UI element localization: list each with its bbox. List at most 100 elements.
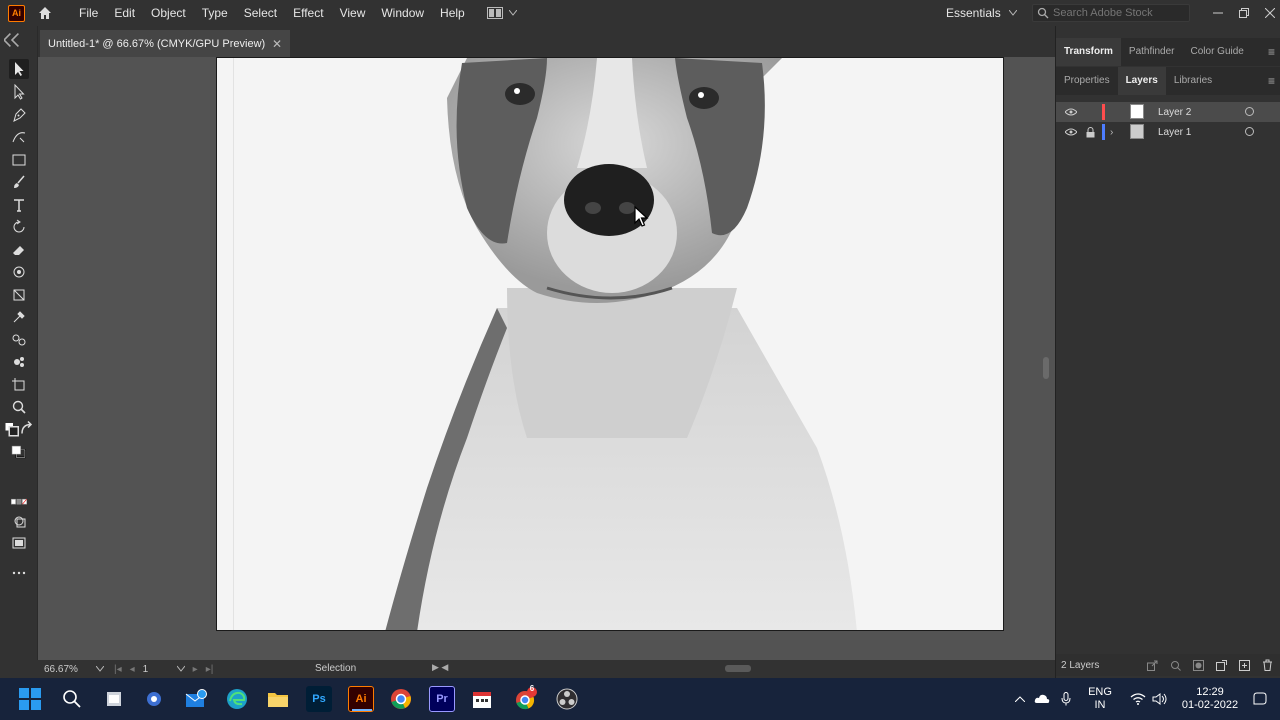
expand-layer-icon[interactable]: › bbox=[1110, 127, 1113, 138]
vertical-scroll-thumb[interactable] bbox=[1043, 357, 1049, 379]
delete-layer-icon[interactable] bbox=[1262, 659, 1273, 671]
menu-window[interactable]: Window bbox=[373, 0, 432, 26]
layer-row-layer-2[interactable]: Layer 2 bbox=[1056, 102, 1280, 122]
tab-libraries[interactable]: Libraries bbox=[1166, 67, 1220, 95]
system-clock[interactable]: 12:29 01-02-2022 bbox=[1175, 678, 1245, 720]
chrome-icon[interactable] bbox=[388, 686, 414, 712]
lock-icon[interactable] bbox=[1086, 126, 1095, 138]
zoom-level-field[interactable]: 66.67% bbox=[44, 664, 104, 675]
layer-name[interactable]: Layer 1 bbox=[1158, 127, 1191, 138]
illustrator-taskbar-icon[interactable]: Ai bbox=[348, 686, 374, 712]
close-document-icon[interactable]: ✕ bbox=[272, 37, 282, 51]
status-menu-icon[interactable]: ▶ ◀ bbox=[432, 662, 448, 673]
menu-view[interactable]: View bbox=[332, 0, 374, 26]
rotate-tool-icon[interactable] bbox=[9, 217, 29, 237]
settings-gear-icon[interactable] bbox=[141, 686, 167, 712]
chrome-profile-icon[interactable]: 6 bbox=[513, 684, 539, 712]
selection-tool-icon[interactable] bbox=[9, 59, 29, 79]
search-input[interactable] bbox=[1053, 7, 1183, 19]
fill-stroke-swatch[interactable] bbox=[4, 440, 34, 464]
screen-mode-icon[interactable] bbox=[9, 533, 29, 553]
artboard-tool-icon[interactable] bbox=[9, 375, 29, 395]
eraser-tool-icon[interactable] bbox=[9, 240, 29, 260]
obs-icon[interactable] bbox=[554, 686, 580, 712]
mail-icon[interactable] bbox=[183, 686, 209, 712]
document-tab[interactable]: Untitled-1* @ 66.67% (CMYK/GPU Preview) … bbox=[40, 30, 290, 57]
onedrive-cloud-icon[interactable] bbox=[1032, 678, 1052, 720]
menu-edit[interactable]: Edit bbox=[106, 0, 143, 26]
arrange-documents-button[interactable] bbox=[486, 7, 517, 19]
visibility-eye-icon[interactable] bbox=[1065, 108, 1077, 116]
paintbrush-tool-icon[interactable] bbox=[9, 172, 29, 192]
wifi-icon[interactable] bbox=[1128, 678, 1148, 720]
draw-mode-icon[interactable] bbox=[9, 511, 29, 531]
zoom-tool-icon[interactable] bbox=[9, 397, 29, 417]
pen-tool-icon[interactable] bbox=[9, 105, 29, 125]
calendar-app-icon[interactable] bbox=[469, 686, 495, 712]
last-artboard-icon[interactable]: ▸| bbox=[206, 664, 214, 675]
premiere-pro-icon[interactable]: Pr bbox=[429, 686, 455, 712]
show-hidden-icons-icon[interactable] bbox=[1012, 678, 1028, 720]
artboard-number-field[interactable]: 1 bbox=[143, 664, 185, 675]
windows-start-icon[interactable] bbox=[17, 686, 43, 712]
edit-toolbar-icon[interactable] bbox=[9, 563, 29, 583]
tab-layers[interactable]: Layers bbox=[1117, 67, 1166, 95]
task-view-icon[interactable] bbox=[101, 686, 127, 712]
workspace-switcher[interactable]: Essentials bbox=[946, 0, 1017, 26]
tab-color-guide[interactable]: Color Guide bbox=[1183, 38, 1252, 66]
dog-photo[interactable] bbox=[217, 58, 1004, 631]
eyedropper-tool-icon[interactable] bbox=[9, 307, 29, 327]
adobe-stock-search[interactable] bbox=[1032, 4, 1190, 22]
horizontal-scroll-thumb[interactable] bbox=[725, 665, 751, 672]
direct-selection-tool-icon[interactable] bbox=[9, 82, 29, 102]
home-icon[interactable] bbox=[35, 3, 55, 23]
width-tool-icon[interactable] bbox=[9, 285, 29, 305]
vertical-scrollbar[interactable] bbox=[1040, 57, 1052, 660]
symbol-sprayer-tool-icon[interactable] bbox=[9, 352, 29, 372]
curvature-tool-icon[interactable] bbox=[9, 127, 29, 147]
edge-browser-icon[interactable] bbox=[224, 686, 250, 712]
canvas-area[interactable] bbox=[39, 57, 1055, 660]
free-transform-tool-icon[interactable] bbox=[9, 262, 29, 282]
first-artboard-icon[interactable]: |◂ bbox=[114, 664, 122, 675]
type-tool-icon[interactable] bbox=[9, 195, 29, 215]
visibility-eye-icon[interactable] bbox=[1065, 128, 1077, 136]
blend-tool-icon[interactable] bbox=[9, 330, 29, 350]
layer-target-icon[interactable] bbox=[1245, 127, 1254, 136]
close-icon[interactable] bbox=[1264, 7, 1276, 19]
minimize-icon[interactable] bbox=[1212, 7, 1224, 19]
file-explorer-icon[interactable] bbox=[265, 686, 291, 712]
layer-target-icon[interactable] bbox=[1245, 107, 1254, 116]
locate-object-icon[interactable] bbox=[1170, 660, 1181, 671]
export-for-screens-icon[interactable] bbox=[1147, 660, 1158, 671]
artboard[interactable] bbox=[216, 57, 1004, 631]
new-layer-icon[interactable] bbox=[1239, 659, 1250, 671]
color-mode-icons[interactable] bbox=[6, 492, 32, 512]
tab-pathfinder[interactable]: Pathfinder bbox=[1121, 38, 1183, 66]
menu-help[interactable]: Help bbox=[432, 0, 473, 26]
rectangle-tool-icon[interactable] bbox=[9, 150, 29, 170]
menu-select[interactable]: Select bbox=[236, 0, 285, 26]
tab-properties[interactable]: Properties bbox=[1056, 67, 1118, 95]
make-clipping-mask-icon[interactable] bbox=[1193, 659, 1204, 671]
menu-effect[interactable]: Effect bbox=[285, 0, 331, 26]
photoshop-icon[interactable]: Ps bbox=[306, 686, 332, 712]
swap-colors-icon[interactable] bbox=[19, 421, 34, 437]
panel-menu-icon[interactable]: ≡ bbox=[1268, 45, 1275, 59]
new-sublayer-icon[interactable] bbox=[1216, 659, 1227, 671]
previous-artboard-icon[interactable]: ◂ bbox=[130, 664, 135, 675]
next-artboard-icon[interactable]: ▸ bbox=[193, 664, 198, 675]
toolbar-collapse-icon[interactable] bbox=[2, 30, 36, 50]
layer-name[interactable]: Layer 2 bbox=[1158, 107, 1191, 118]
menu-type[interactable]: Type bbox=[194, 0, 236, 26]
menu-file[interactable]: File bbox=[71, 0, 106, 26]
menu-object[interactable]: Object bbox=[143, 0, 194, 26]
microphone-icon[interactable] bbox=[1058, 678, 1074, 720]
panel-menu-icon[interactable]: ≡ bbox=[1268, 74, 1275, 88]
tab-transform[interactable]: Transform bbox=[1056, 38, 1121, 66]
input-language[interactable]: ENG IN bbox=[1080, 678, 1120, 720]
search-icon[interactable] bbox=[59, 686, 85, 712]
notifications-icon[interactable] bbox=[1250, 678, 1270, 720]
restore-icon[interactable] bbox=[1238, 7, 1250, 19]
default-colors-icon[interactable] bbox=[4, 419, 34, 439]
